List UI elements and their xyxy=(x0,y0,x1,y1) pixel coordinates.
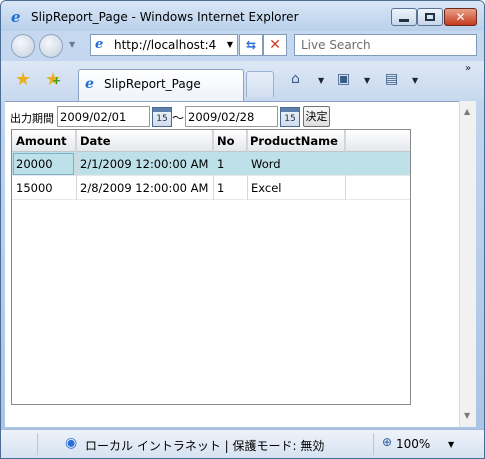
column-divider xyxy=(345,130,346,200)
new-tab-button[interactable] xyxy=(246,71,274,97)
recent-pages-dropdown-icon[interactable]: ▼ xyxy=(69,40,75,49)
cell-date[interactable]: 2/8/2009 12:00:00 AM xyxy=(80,181,208,195)
stop-icon: ✕ xyxy=(269,37,281,53)
address-url[interactable]: http://localhost:4 xyxy=(114,38,216,52)
home-icon[interactable]: ⌂ xyxy=(291,71,300,87)
refresh-button[interactable]: ⇆ xyxy=(239,34,263,56)
close-button[interactable]: ✕ xyxy=(444,8,477,26)
submit-button[interactable]: 決定 xyxy=(303,106,330,127)
feeds-icon[interactable]: ▣ xyxy=(337,71,350,87)
tab-page-icon: e xyxy=(85,76,94,92)
back-button[interactable] xyxy=(11,34,35,58)
calendar-icon: 15 xyxy=(284,114,296,124)
more-tools-chevron-icon[interactable]: » xyxy=(465,63,471,74)
column-divider xyxy=(76,130,77,200)
vertical-scrollbar[interactable]: ▲ ▼ xyxy=(459,101,476,427)
cell-amount[interactable]: 15000 xyxy=(16,181,53,195)
date-separator: ～ xyxy=(172,111,185,125)
cell-amount[interactable]: 20000 xyxy=(16,157,53,171)
address-dropdown-icon[interactable]: ▼ xyxy=(227,40,233,49)
tab-label: SlipReport_Page xyxy=(104,77,201,91)
minimize-icon xyxy=(399,18,409,22)
minimize-button[interactable] xyxy=(391,8,417,26)
header-productname[interactable]: ProductName xyxy=(247,130,345,151)
zoom-level[interactable]: 100% xyxy=(396,437,430,451)
tab-slipreport[interactable]: e SlipReport_Page xyxy=(78,69,244,101)
address-bar[interactable]: e http://localhost:4 ▼ xyxy=(90,34,238,56)
start-calendar-button[interactable]: 15 xyxy=(152,107,172,127)
maximize-icon xyxy=(425,13,435,21)
refresh-icon: ⇆ xyxy=(245,38,257,52)
zoom-dropdown-icon[interactable]: ▼ xyxy=(448,440,454,449)
favorites-star-icon[interactable]: ★ xyxy=(15,70,31,90)
data-grid: Amount Date No ProductName 20000 2/1/200… xyxy=(11,129,411,405)
home-dropdown-icon[interactable]: ▼ xyxy=(318,76,324,85)
table-row[interactable]: 15000 2/8/2009 12:00:00 AM 1 Excel xyxy=(12,176,410,200)
end-date-input[interactable]: 2009/02/28 xyxy=(185,106,278,127)
ie-logo-icon: e xyxy=(11,8,21,26)
feeds-dropdown-icon[interactable]: ▼ xyxy=(364,76,370,85)
period-label: 出力期間 xyxy=(10,112,54,125)
close-icon: ✕ xyxy=(455,10,466,24)
tab-row: ★ ★ + e SlipReport_Page ⌂ ▼ ▣ ▼ ▤ ▼ » xyxy=(1,61,484,101)
stop-button[interactable]: ✕ xyxy=(263,34,287,56)
zoom-icon[interactable]: ⊕ xyxy=(382,435,392,449)
header-label: Amount xyxy=(16,134,67,148)
browser-window: e SlipReport_Page - Windows Internet Exp… xyxy=(0,0,485,459)
header-label: ProductName xyxy=(250,134,338,148)
address-row: ▼ e http://localhost:4 ▼ ⇆ ✕ Live Search xyxy=(1,31,484,61)
add-favorites-plus-icon: + xyxy=(52,74,62,87)
scroll-down-icon[interactable]: ▼ xyxy=(464,411,470,420)
status-divider xyxy=(373,433,374,455)
header-date[interactable]: Date xyxy=(76,130,213,151)
intranet-zone-icon: ◉ xyxy=(65,435,78,451)
end-calendar-button[interactable]: 15 xyxy=(280,107,300,127)
title-bar: e SlipReport_Page - Windows Internet Exp… xyxy=(1,1,484,31)
column-divider xyxy=(213,130,214,200)
calendar-header-icon xyxy=(281,108,299,112)
maximize-button[interactable] xyxy=(417,8,443,26)
calendar-icon: 15 xyxy=(156,114,168,124)
header-label: Date xyxy=(80,134,111,148)
scroll-up-icon[interactable]: ▲ xyxy=(464,107,470,116)
cell-date[interactable]: 2/1/2009 12:00:00 AM xyxy=(80,157,208,171)
status-bar: ◉ ローカル イントラネット | 保護モード: 無効 ⊕ 100% ▼ xyxy=(1,429,484,458)
search-placeholder: Live Search xyxy=(301,38,371,52)
search-input[interactable]: Live Search xyxy=(294,34,477,56)
security-zone-text[interactable]: ローカル イントラネット | 保護モード: 無効 xyxy=(85,437,324,454)
print-dropdown-icon[interactable]: ▼ xyxy=(412,76,418,85)
cell-no[interactable]: 1 xyxy=(217,157,224,171)
table-row[interactable]: 20000 2/1/2009 12:00:00 AM 1 Word xyxy=(12,152,410,176)
cell-productname[interactable]: Word xyxy=(251,157,281,171)
header-no[interactable]: No xyxy=(213,130,247,151)
calendar-header-icon xyxy=(153,108,171,112)
cell-no[interactable]: 1 xyxy=(217,181,224,195)
column-divider xyxy=(247,130,248,200)
page-content: 出力期間 2009/02/01 15 ～ 2009/02/28 15 決定 Am… xyxy=(5,101,459,427)
page-icon: e xyxy=(95,37,104,52)
print-icon[interactable]: ▤ xyxy=(385,71,398,87)
forward-button[interactable] xyxy=(39,34,63,58)
header-label: No xyxy=(217,134,235,148)
grid-header: Amount Date No ProductName xyxy=(12,130,410,152)
status-divider xyxy=(37,433,38,455)
window-title: SlipReport_Page - Windows Internet Explo… xyxy=(31,10,299,24)
cell-productname[interactable]: Excel xyxy=(251,181,281,195)
start-date-input[interactable]: 2009/02/01 xyxy=(57,106,150,127)
header-amount[interactable]: Amount xyxy=(12,130,76,151)
